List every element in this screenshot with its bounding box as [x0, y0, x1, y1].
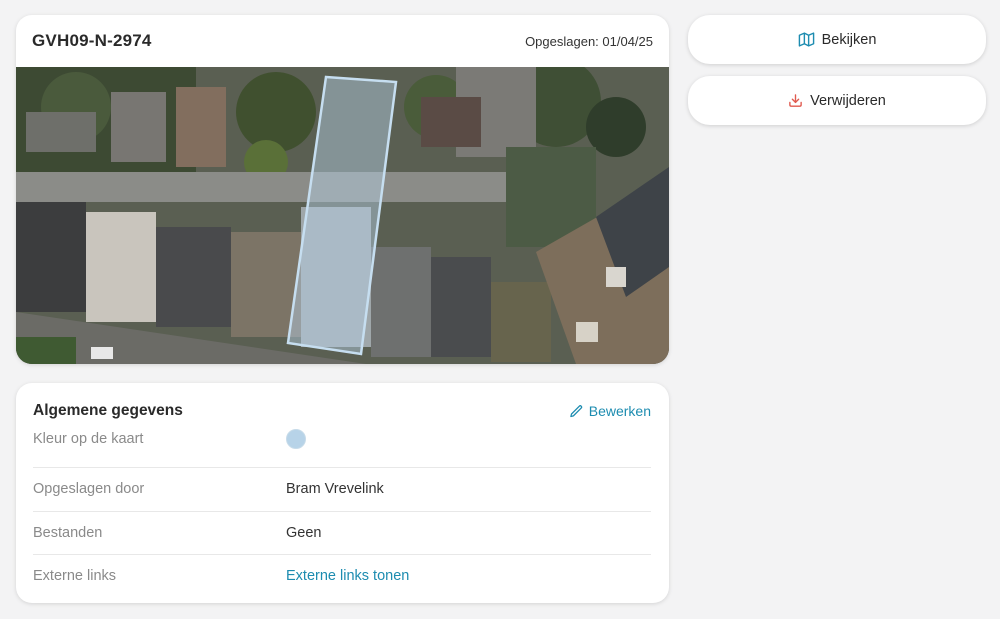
plot-header: GVH09-N-2974 Opgeslagen: 01/04/25 — [16, 15, 669, 67]
aerial-image — [16, 67, 669, 364]
info-title: Algemene gegevens — [33, 402, 183, 419]
info-label: Externe links — [33, 568, 117, 585]
info-label: Opgeslagen door — [33, 481, 145, 498]
delete-button-label: Verwijderen — [810, 92, 886, 109]
pencil-icon — [569, 404, 584, 419]
info-value: Geen — [286, 524, 322, 541]
view-button[interactable]: Bekijken — [688, 15, 986, 64]
info-row-saved-by: Opgeslagen door Bram Vrevelink — [33, 467, 651, 511]
info-row-files: Bestanden Geen — [33, 510, 651, 555]
general-info-card: Algemene gegevens Bewerken Kleur op de k… — [16, 383, 669, 603]
info-row-color: Kleur op de kaart — [33, 425, 651, 453]
info-value: Bram Vrevelink — [286, 481, 384, 498]
delete-button[interactable]: Verwijderen — [688, 76, 986, 125]
info-label: Kleur op de kaart — [33, 431, 144, 447]
map-color-swatch[interactable] — [286, 429, 306, 449]
info-row-external-links: Externe links Externe links tonen — [33, 554, 651, 598]
plot-title: GVH09-N-2974 — [32, 31, 152, 50]
edit-link-label: Bewerken — [588, 403, 651, 419]
external-links-link[interactable]: Externe links tonen — [286, 568, 409, 584]
plot-card: GVH09-N-2974 Opgeslagen: 01/04/25 — [16, 15, 669, 364]
edit-link[interactable]: Bewerken — [569, 403, 651, 419]
view-button-label: Bekijken — [821, 31, 877, 48]
saved-date: Opgeslagen: 01/04/25 — [525, 33, 653, 49]
download-icon — [788, 93, 803, 108]
aerial-map[interactable] — [16, 67, 669, 364]
info-label: Bestanden — [33, 524, 103, 541]
map-icon — [798, 31, 815, 48]
